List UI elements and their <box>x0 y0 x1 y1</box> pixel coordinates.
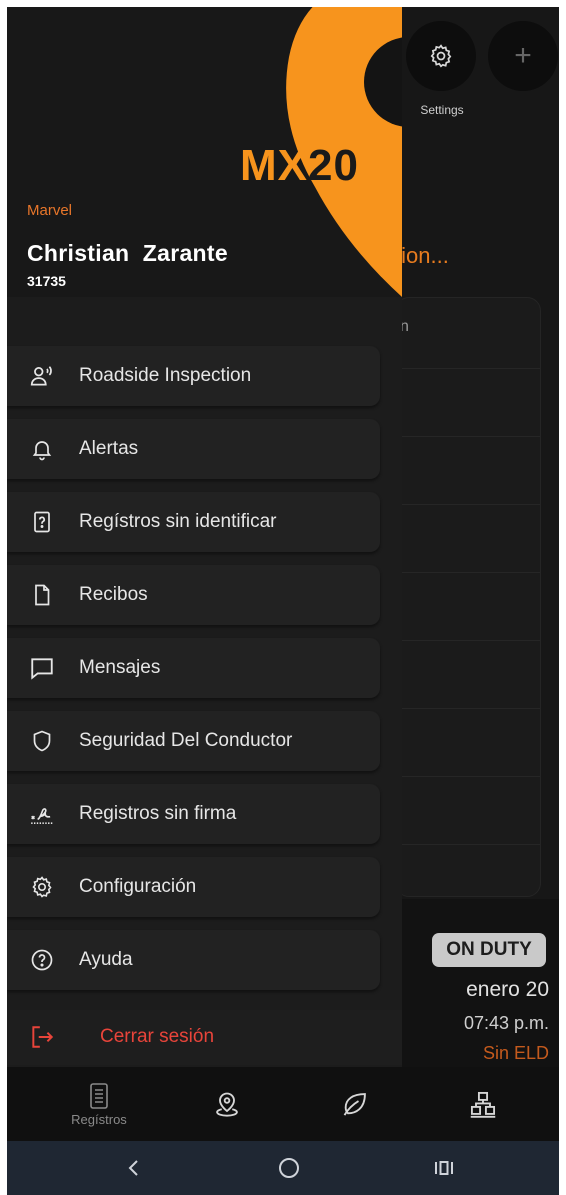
home-circle-icon <box>279 1158 299 1178</box>
back-chevron-icon <box>128 1160 138 1176</box>
menu-item-label: Regístros sin identificar <box>79 511 277 532</box>
system-recents-button[interactable] <box>429 1153 459 1183</box>
menu-item-roadside-inspection[interactable]: Roadside Inspection <box>7 346 380 406</box>
add-button[interactable]: + <box>488 21 558 91</box>
menu-item-configuracion[interactable]: Configuración <box>7 857 380 917</box>
menu-item-label: Ayuda <box>79 949 133 970</box>
menu-item-alertas[interactable]: Alertas <box>7 419 380 479</box>
menu-item-label: Configuración <box>79 876 197 897</box>
plus-icon: + <box>514 39 532 72</box>
gear-icon <box>430 44 452 68</box>
driver-id: 31735 <box>27 273 66 289</box>
menu-item-mensajes[interactable]: Mensajes <box>7 638 380 698</box>
system-back-button[interactable] <box>119 1153 149 1183</box>
driver-name: Christian Zarante <box>27 240 228 266</box>
divider <box>396 844 540 845</box>
gear-icon <box>29 874 55 900</box>
menu-item-seguridad-del-conductor[interactable]: Seguridad Del Conductor <box>7 711 380 771</box>
company-name: Marvel <box>27 202 73 219</box>
unknown-record-icon <box>29 509 55 535</box>
status-date: enero 20 <box>466 978 549 1001</box>
menu-item-label: Mensajes <box>79 657 161 678</box>
duty-status-badge[interactable]: ON DUTY <box>432 933 546 967</box>
logout-label: Cerrar sesión <box>100 1026 215 1047</box>
drawer-header: MX20 Marvel Christian Zarante 31735 <box>7 7 402 297</box>
divider <box>396 572 540 573</box>
menu-item-recibos[interactable]: Recibos <box>7 565 380 625</box>
menu-item-label: Recibos <box>79 584 148 605</box>
nav-item-label: Regístros <box>71 1111 127 1127</box>
leaf-icon <box>343 1093 366 1116</box>
logout-button[interactable]: Cerrar sesión <box>7 1010 402 1065</box>
inspector-icon <box>29 363 55 389</box>
recents-icon <box>435 1161 453 1175</box>
signature-icon <box>29 801 55 827</box>
divider <box>396 708 540 709</box>
menu-item-label: Registros sin firma <box>79 803 237 824</box>
menu-item-label: Alertas <box>79 438 139 459</box>
logout-icon <box>29 1024 55 1050</box>
background-card: n <box>395 297 541 897</box>
help-icon <box>29 947 55 973</box>
document-icon <box>29 582 55 608</box>
menu-item-ayuda[interactable]: Ayuda <box>7 930 380 990</box>
navigation-drawer: MX20 Marvel Christian Zarante 31735 Road… <box>7 7 402 1067</box>
settings-button[interactable] <box>406 21 476 91</box>
bell-icon <box>29 436 55 462</box>
status-time: 07:43 p.m. <box>463 1013 549 1033</box>
eld-status: Sin ELD <box>482 1043 549 1063</box>
menu-item-label: Roadside Inspection <box>79 365 252 386</box>
chat-icon <box>29 655 55 681</box>
logbook-icon <box>90 1082 108 1109</box>
system-home-button[interactable] <box>274 1153 304 1183</box>
phone-screen: + Settings tion... n ON DUTY enero 20 07… <box>7 7 559 1195</box>
menu-item-registros-sin-firma[interactable]: Registros sin firma <box>7 784 380 844</box>
nav-item-eco[interactable] <box>305 1067 405 1141</box>
nav-item-registros[interactable]: Regístros <box>49 1067 149 1141</box>
nav-item-hierarchy[interactable] <box>433 1067 533 1141</box>
nav-item-location[interactable] <box>177 1067 277 1141</box>
divider <box>396 504 540 505</box>
divider <box>396 640 540 641</box>
menu-item-label: Seguridad Del Conductor <box>79 730 293 751</box>
location-icon <box>216 1092 238 1117</box>
divider <box>396 776 540 777</box>
divider <box>396 436 540 437</box>
hierarchy-icon <box>470 1091 496 1118</box>
settings-label: Settings <box>420 103 464 117</box>
background-title-fragment: tion... <box>395 243 449 268</box>
shield-icon <box>29 728 55 754</box>
menu-item-registros-sin-identificar[interactable]: Regístros sin identificar <box>7 492 380 552</box>
system-navigation-bar <box>7 1141 559 1195</box>
bottom-nav: Regístros <box>7 1067 559 1141</box>
divider <box>396 368 540 369</box>
brand-logo: MX20 <box>240 141 359 190</box>
